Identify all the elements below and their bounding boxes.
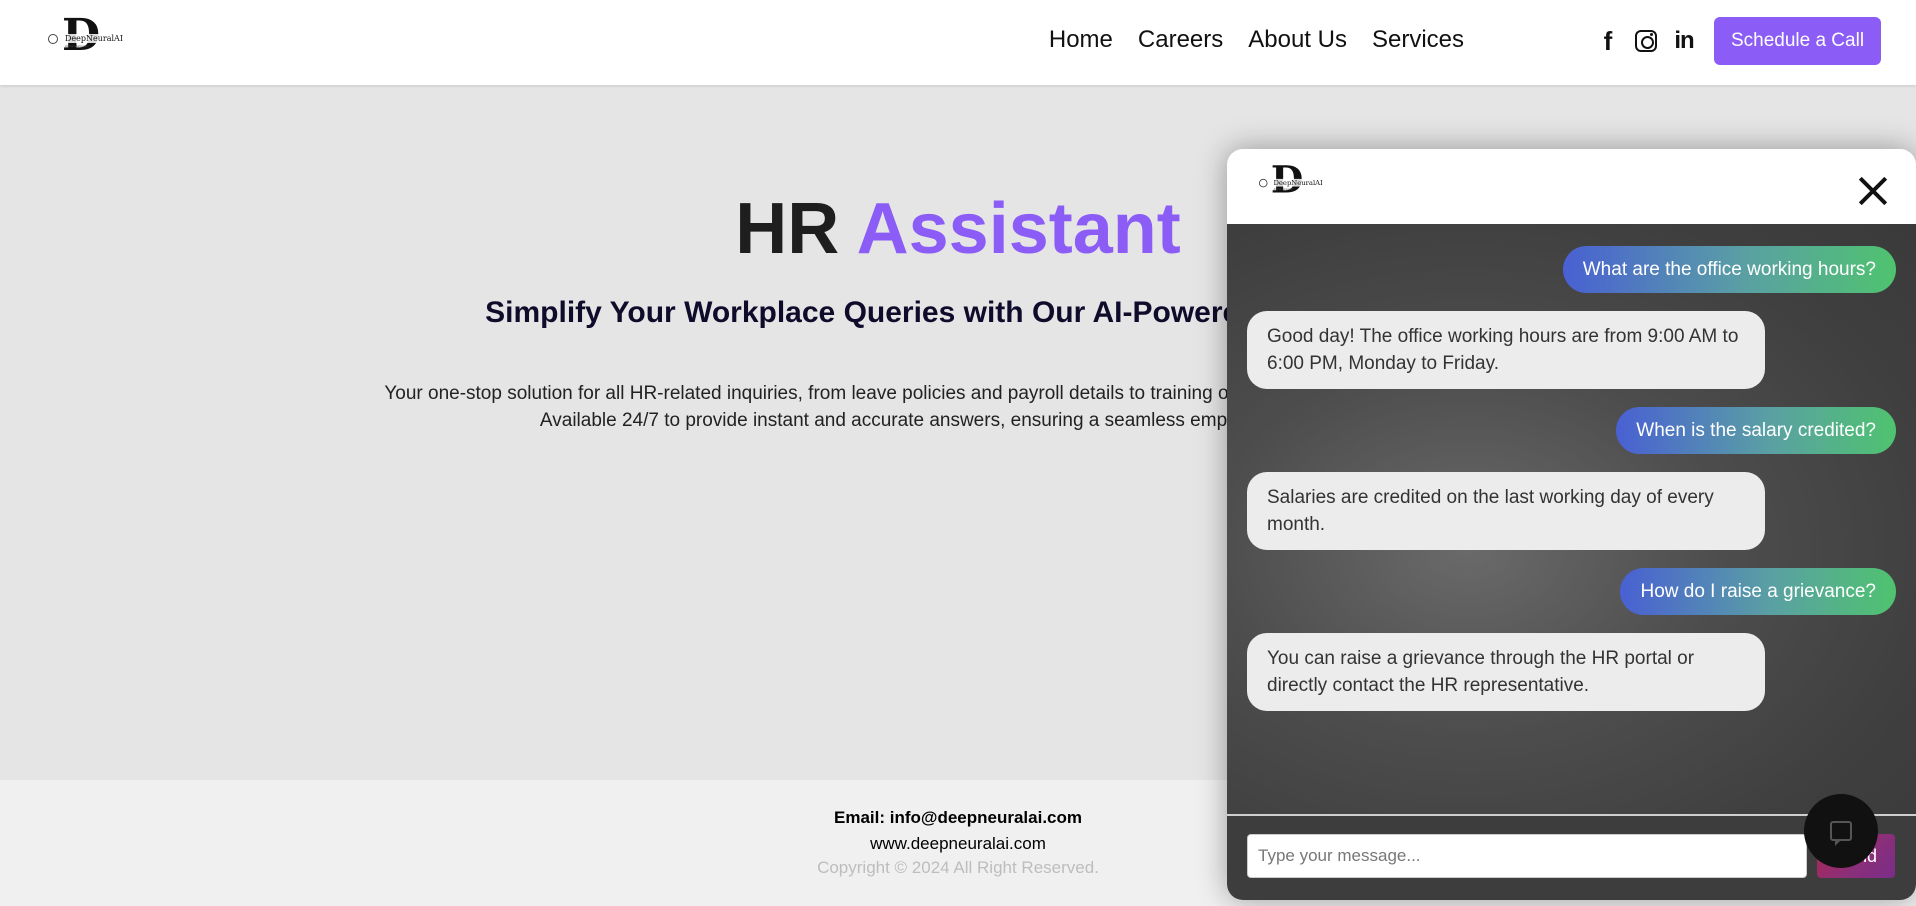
chat-logo: D DeepNeuralAI AI Transformation [1259,161,1324,201]
site-header: D DeepNeuralAI AI Transformation Home Ca… [0,0,1916,85]
instagram-icon [1635,30,1657,52]
social-links: f in [1596,26,1696,56]
chat-bubble-icon [1830,821,1852,846]
nav-careers[interactable]: Careers [1138,26,1223,54]
linkedin-icon[interactable]: in [1672,27,1696,54]
chat-widget: D DeepNeuralAI AI Transformation What ar… [1227,149,1916,900]
user-message: How do I raise a grievance? [1620,568,1896,615]
logo-mark-icon [48,34,58,44]
user-message: What are the office working hours? [1562,246,1896,293]
logo-tagline: AI Transformation [1273,187,1294,191]
user-message: When is the salary credited? [1616,407,1896,454]
chat-toggle-button[interactable] [1804,794,1878,868]
bot-message: You can raise a grievance through the HR… [1247,633,1765,711]
nav-about-us[interactable]: About Us [1248,26,1347,54]
message-input[interactable] [1247,834,1807,878]
site-logo[interactable]: D DeepNeuralAI AI Transformation [48,14,124,62]
chat-header: D DeepNeuralAI AI Transformation [1227,149,1916,224]
logo-name: DeepNeuralAI [1272,178,1324,187]
title-main: HR [735,189,840,269]
nav-services[interactable]: Services [1372,26,1464,54]
facebook-icon[interactable]: f [1596,26,1620,56]
nav-home[interactable]: Home [1049,26,1113,54]
schedule-call-button[interactable]: Schedule a Call [1714,17,1881,65]
logo-mark-icon [1259,178,1268,188]
chat-messages[interactable]: What are the office working hours? Good … [1227,224,1916,814]
close-icon[interactable] [1857,175,1889,207]
main-nav: Home Careers About Us Services [1049,26,1464,54]
logo-tagline: AI Transformation [65,44,89,48]
bot-message: Salaries are credited on the last workin… [1247,472,1765,550]
bot-message: Good day! The office working hours are f… [1247,311,1765,389]
title-accent: Assistant [856,189,1181,269]
instagram-link[interactable] [1634,28,1658,54]
logo-name: DeepNeuralAI [64,34,124,43]
